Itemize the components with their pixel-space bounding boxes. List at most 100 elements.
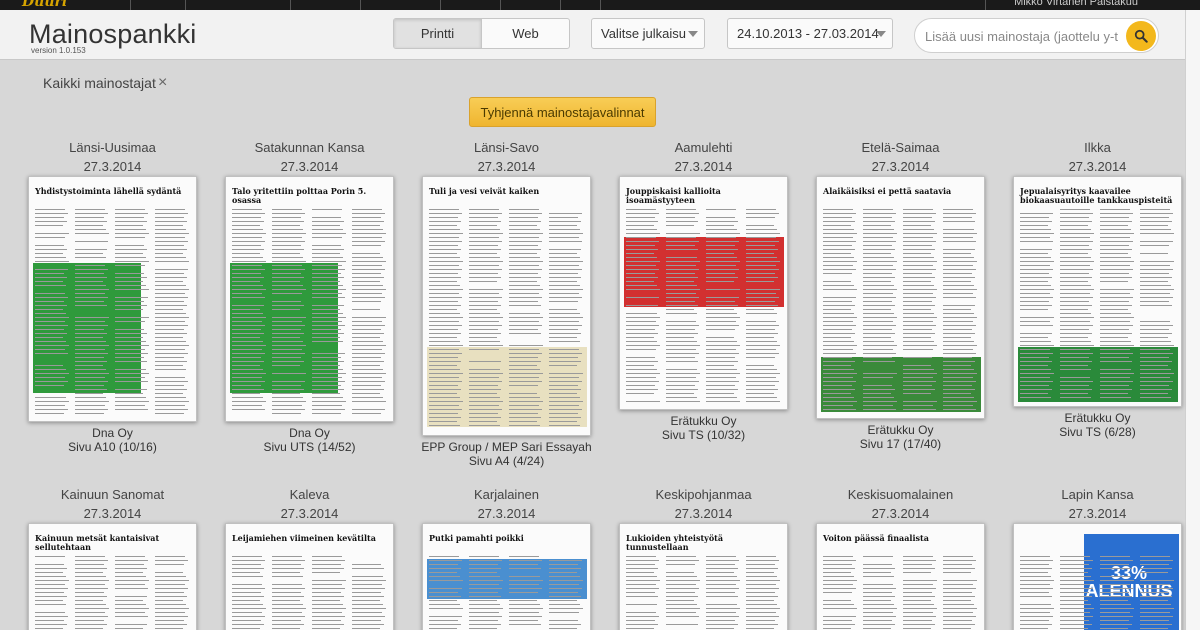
ad-card[interactable]: Kaleva 27.3.2014 Leijamiehen viimeinen kev… [224,486,395,630]
ad-card[interactable]: Keskipohjanmaa 27.3.2014 Lukioiden yhteist… [618,486,789,630]
text-line [1020,341,1051,342]
text-line [352,397,383,398]
text-line [75,604,106,605]
text-line [232,261,266,262]
ad-card[interactable]: Länsi-Savo 27.3.2014 Tuli ja vesi veivät k… [421,139,592,468]
newspaper-page-thumbnail[interactable]: Putki pamahti poikki [422,523,591,630]
publication-select[interactable]: Valitse julkaisu [591,18,705,49]
text-line [75,269,108,270]
newspaper-page-thumbnail[interactable]: Leijamiehen viimeinen kevätilta [225,523,394,630]
newspaper-page-thumbnail[interactable]: Lukioiden yhteistyötä tunnustellaan [619,523,788,630]
thumbnail-headline: Jouppiskaisi kallioita isoamästyyteen [626,187,781,205]
text-line [429,317,463,318]
newspaper-page-thumbnail[interactable]: Jepualaisyritys kaavailee biokaasuautoil… [1013,176,1182,407]
ad-date: 27.3.2014 [815,157,986,176]
web-toggle-button[interactable]: Web [481,19,569,48]
text-line [863,317,897,318]
text-line [626,281,654,282]
ad-card[interactable]: Satakunnan Kansa 27.3.2014 Talo yritettiin… [224,139,395,454]
user-menu[interactable]: Mikko Virtanen Palstakuu [1014,0,1138,8]
search-button[interactable] [1126,21,1156,51]
ad-card[interactable]: Länsi-Uusimaa 27.3.2014 Yhdistystoiminta l… [27,139,198,454]
text-line [155,297,188,298]
text-line [35,301,64,302]
text-line [429,620,458,621]
text-line [352,233,386,234]
text-line [35,345,69,346]
text-line [1140,373,1174,374]
ad-card[interactable]: Karjalainen 27.3.2014 Putki pamahti poikki [421,486,592,630]
text-line [746,313,777,314]
text-line [1060,249,1092,250]
text-line [706,568,738,569]
text-line [35,612,65,613]
text-line [863,393,891,394]
text-line [1100,556,1130,557]
ad-card[interactable]: Aamulehti 27.3.2014 Jouppiskaisi kallioita… [618,139,789,442]
text-line [429,281,457,282]
text-line [1100,273,1129,274]
newspaper-page-thumbnail[interactable]: Talo yritettiin polttaa Porin 5. osassa [225,176,394,422]
text-line [115,628,143,629]
ad-publication: Keskipohjanmaa [618,486,789,504]
text-line [903,389,935,390]
text-line [155,620,184,621]
print-toggle-button[interactable]: Printti [394,19,481,48]
text-line [35,277,67,278]
text-line [352,289,386,290]
ad-card[interactable]: Keskisuomalainen 27.3.2014 Voiton päässä f… [815,486,986,630]
text-line [943,361,975,362]
newspaper-page-thumbnail[interactable]: Tuli ja vesi veivät kaiken [422,176,591,436]
date-range-select[interactable]: 24.10.2013 - 27.03.2014 [727,18,893,49]
ad-card[interactable]: Etelä-Saimaa 27.3.2014 Alaikäisiksi ei pet… [815,139,986,451]
text-line [429,309,457,310]
text-line [1020,261,1054,262]
text-line [115,349,145,350]
advertiser-search-input[interactable] [925,26,1125,46]
text-line [1100,596,1132,597]
text-line [232,556,262,557]
advertiser-search [914,18,1159,53]
close-icon[interactable]: × [158,74,167,92]
text-line [666,245,695,246]
text-line [626,237,656,238]
text-line [863,628,891,629]
text-line [863,345,897,346]
nav-divider [440,0,441,10]
text-line [706,357,735,358]
newspaper-page-thumbnail[interactable]: Jouppiskaisi kallioita isoamästyyteen [619,176,788,410]
text-line [75,337,103,338]
text-line [863,237,893,238]
text-line [903,365,931,366]
text-line [469,600,497,601]
text-line [232,373,266,374]
text-line [1060,608,1094,609]
nav-divider [560,0,561,10]
newspaper-page-thumbnail[interactable]: Alaikäisiksi ei pettä saatavia [816,176,985,419]
ad-card[interactable]: Kainuun Sanomat 27.3.2014 Kainuun metsät k… [27,486,198,630]
text-line [75,277,107,278]
text-line [549,229,580,230]
text-line [312,612,342,613]
newspaper-page-thumbnail[interactable]: Voiton päässä finaalista [816,523,985,630]
ad-card[interactable]: Lapin Kansa 27.3.2014 33% ALENNUS [1012,486,1183,630]
text-line [823,209,853,210]
text-line [509,608,543,609]
newspaper-page-thumbnail[interactable]: Yhdistystoiminta lähellä sydäntä [28,176,197,422]
ad-publication: Ilkka [1012,139,1183,157]
text-line [549,413,578,414]
app-logo[interactable]: Duuri [22,0,67,10]
text-line [903,313,934,314]
text-line [429,353,462,354]
text-line [115,297,148,298]
text-line [232,341,263,342]
text-line [549,321,579,322]
newspaper-page-thumbnail[interactable]: 33% ALENNUS [1013,523,1182,630]
text-line [863,301,892,302]
text-line [75,213,108,214]
newspaper-page-thumbnail[interactable]: Kainuun metsät kantaisivat sellutehtaan [28,523,197,630]
clear-advertisers-button[interactable]: Tyhjennä mainostajavalinnat [469,97,656,127]
text-line [469,417,501,418]
text-line [706,556,736,557]
ad-card[interactable]: Ilkka 27.3.2014 Jepualaisyritys kaavailee … [1012,139,1183,439]
